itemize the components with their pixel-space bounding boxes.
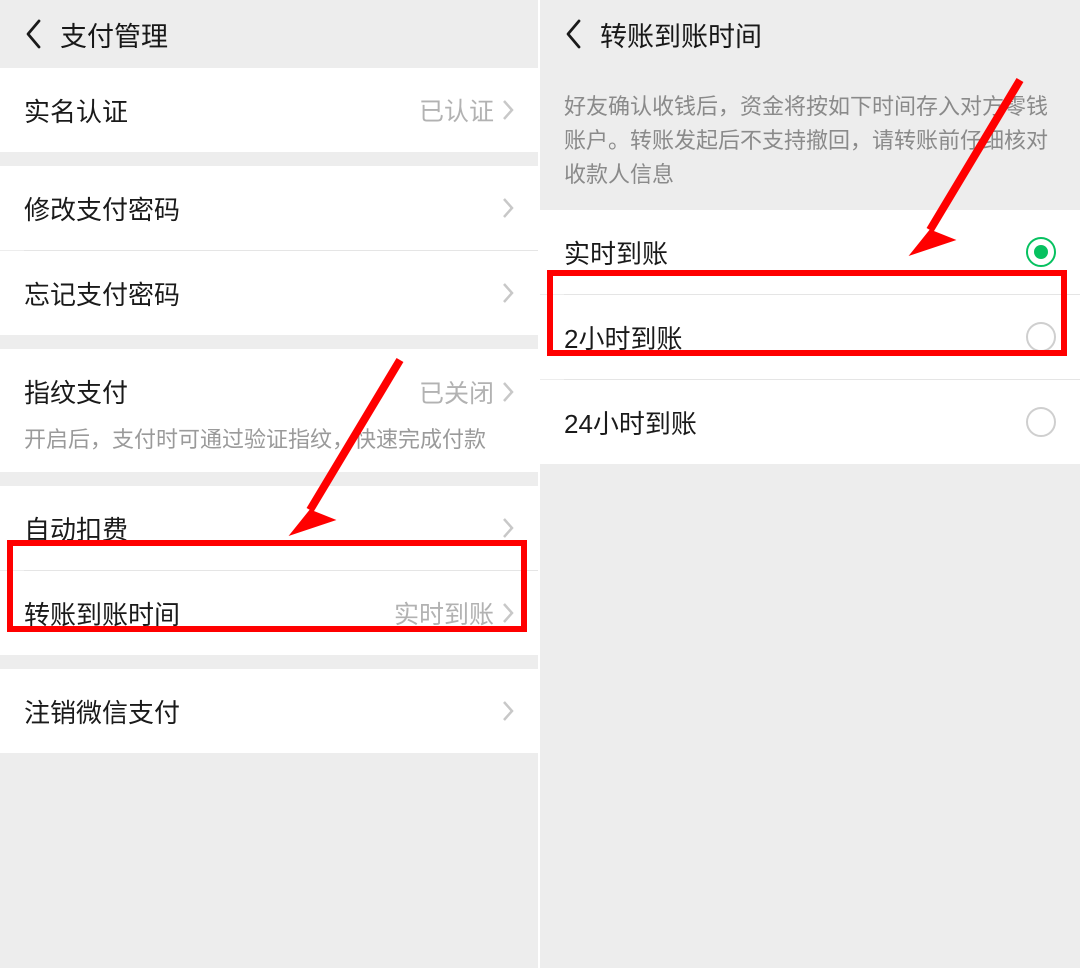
- row-forgot-password[interactable]: 忘记支付密码: [0, 251, 538, 335]
- payment-management-screen: 支付管理 实名认证 已认证 修改支付密码 忘记支付密码 指纹支付 已关闭 开启后…: [0, 0, 540, 968]
- section-gap: [0, 655, 538, 669]
- option-label: 实时到账: [564, 234, 1026, 271]
- radio-unselected-icon: [1026, 322, 1056, 352]
- chevron-right-icon: [502, 282, 514, 304]
- row-label: 忘记支付密码: [24, 275, 502, 312]
- chevron-right-icon: [502, 99, 514, 121]
- back-button[interactable]: [554, 14, 594, 54]
- header: 支付管理: [0, 0, 538, 68]
- option-2-hours[interactable]: 2小时到账: [540, 295, 1080, 379]
- row-label: 实名认证: [24, 92, 419, 129]
- radio-unselected-icon: [1026, 407, 1056, 437]
- row-fingerprint-pay[interactable]: 指纹支付 已关闭 开启后，支付时可通过验证指纹，快速完成付款: [0, 349, 538, 472]
- row-real-name-auth[interactable]: 实名认证 已认证: [0, 68, 538, 152]
- chevron-right-icon: [502, 381, 514, 403]
- option-instant[interactable]: 实时到账: [540, 210, 1080, 294]
- row-deregister-pay[interactable]: 注销微信支付: [0, 669, 538, 753]
- row-label: 注销微信支付: [24, 693, 502, 730]
- option-label: 24小时到账: [564, 404, 1026, 441]
- row-label: 修改支付密码: [24, 190, 502, 227]
- description-text: 好友确认收钱后，资金将按如下时间存入对方零钱账户。转账发起后不支持撤回，请转账前…: [540, 68, 1080, 210]
- back-button[interactable]: [14, 14, 54, 54]
- chevron-right-icon: [502, 602, 514, 624]
- row-value: 实时到账: [394, 595, 494, 631]
- page-title: 转账到账时间: [600, 15, 762, 54]
- row-label: 转账到账时间: [24, 595, 394, 632]
- row-label: 指纹支付: [24, 373, 419, 410]
- chevron-left-icon: [565, 19, 583, 49]
- option-24-hours[interactable]: 24小时到账: [540, 380, 1080, 464]
- radio-selected-icon: [1026, 237, 1056, 267]
- row-value: 已关闭: [419, 374, 494, 410]
- row-change-password[interactable]: 修改支付密码: [0, 166, 538, 250]
- row-value: 已认证: [419, 92, 494, 128]
- option-label: 2小时到账: [564, 319, 1026, 356]
- header: 转账到账时间: [540, 0, 1080, 68]
- transfer-time-screen: 转账到账时间 好友确认收钱后，资金将按如下时间存入对方零钱账户。转账发起后不支持…: [540, 0, 1080, 968]
- section-gap: [0, 335, 538, 349]
- section-gap: [0, 152, 538, 166]
- row-hint: 开启后，支付时可通过验证指纹，快速完成付款: [24, 422, 514, 454]
- chevron-left-icon: [25, 19, 43, 49]
- section-gap: [0, 472, 538, 486]
- chevron-right-icon: [502, 700, 514, 722]
- row-label: 自动扣费: [24, 510, 502, 547]
- row-auto-deduct[interactable]: 自动扣费: [0, 486, 538, 570]
- page-title: 支付管理: [60, 15, 168, 54]
- row-transfer-time[interactable]: 转账到账时间 实时到账: [0, 571, 538, 655]
- chevron-right-icon: [502, 517, 514, 539]
- chevron-right-icon: [502, 197, 514, 219]
